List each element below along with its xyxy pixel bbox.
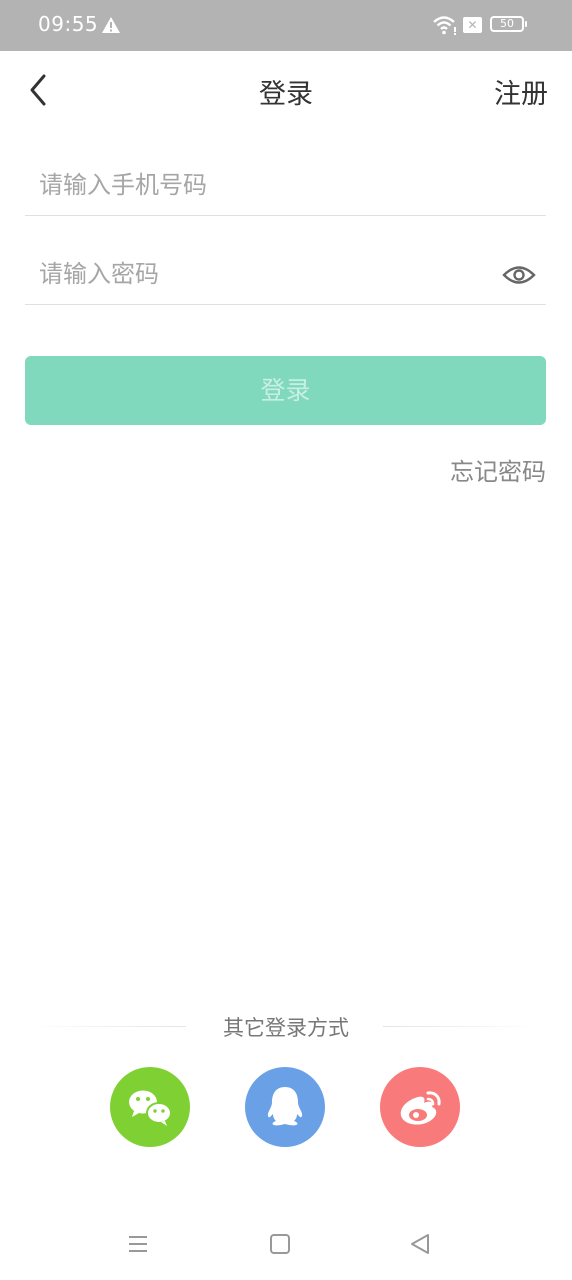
qq-login-button[interactable]	[245, 1067, 325, 1147]
other-login-title: 其它登录方式	[223, 1016, 349, 1040]
phone-field	[25, 155, 546, 216]
menu-icon[interactable]	[120, 1226, 156, 1262]
sim-off-icon: ✕	[463, 17, 482, 33]
status-bar: 09:55 ✕ 50	[0, 0, 572, 51]
qq-icon	[267, 1087, 303, 1126]
forgot-password-link[interactable]: 忘记密码	[450, 452, 546, 487]
password-field	[25, 244, 546, 305]
warning-icon	[102, 17, 120, 33]
home-square-icon[interactable]	[262, 1226, 298, 1262]
wechat-icon	[129, 1090, 172, 1126]
eye-icon[interactable]	[502, 262, 536, 288]
page-title: 登录	[259, 79, 313, 110]
register-link[interactable]: 注册	[494, 72, 548, 111]
login-button[interactable]: 登录	[25, 356, 546, 425]
weibo-icon	[400, 1091, 441, 1125]
phone-input[interactable]	[39, 165, 479, 205]
weibo-login-button[interactable]	[380, 1067, 460, 1147]
battery-icon: 50	[490, 16, 527, 32]
divider-right	[383, 1026, 539, 1027]
divider-left	[30, 1026, 186, 1027]
wechat-login-button[interactable]	[110, 1067, 190, 1147]
back-triangle-icon[interactable]	[402, 1226, 438, 1262]
password-input[interactable]	[39, 254, 479, 294]
back-button[interactable]	[24, 70, 54, 110]
wifi-icon	[433, 16, 456, 35]
battery-level: 50	[500, 17, 514, 30]
status-time: 09:55	[38, 12, 99, 36]
